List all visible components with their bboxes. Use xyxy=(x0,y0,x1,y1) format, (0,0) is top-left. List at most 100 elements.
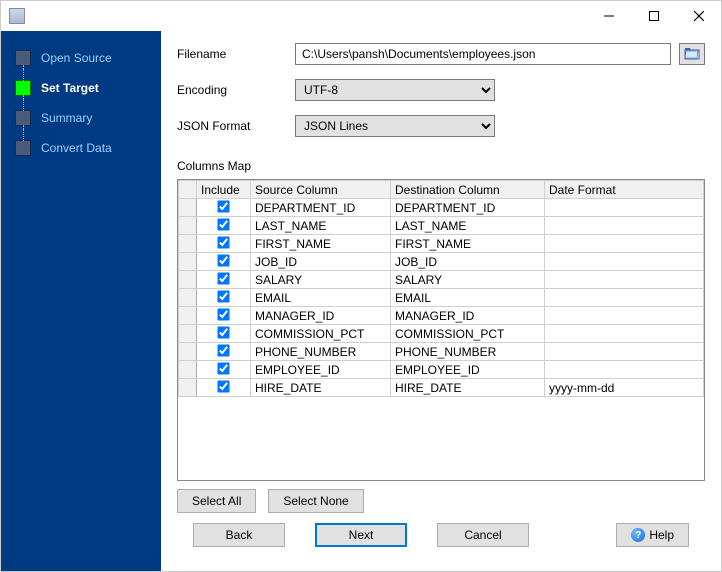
table-row[interactable]: DEPARTMENT_IDDEPARTMENT_ID xyxy=(179,199,704,217)
source-cell[interactable]: COMMISSION_PCT xyxy=(251,325,391,343)
destination-cell[interactable]: DEPARTMENT_ID xyxy=(391,199,545,217)
destination-cell[interactable]: JOB_ID xyxy=(391,253,545,271)
include-cell xyxy=(197,343,251,361)
col-header-dateformat[interactable]: Date Format xyxy=(545,181,704,199)
row-handle[interactable] xyxy=(179,199,197,217)
browse-button[interactable] xyxy=(679,43,705,65)
source-cell[interactable]: EMPLOYEE_ID xyxy=(251,361,391,379)
table-row[interactable]: PHONE_NUMBERPHONE_NUMBER xyxy=(179,343,704,361)
sidebar-item-set-target[interactable]: Set Target xyxy=(1,73,161,103)
include-cell xyxy=(197,325,251,343)
destination-cell[interactable]: PHONE_NUMBER xyxy=(391,343,545,361)
columns-map-label: Columns Map xyxy=(177,159,705,173)
source-cell[interactable]: JOB_ID xyxy=(251,253,391,271)
dateformat-cell[interactable] xyxy=(545,253,704,271)
sidebar-item-open-source[interactable]: Open Source xyxy=(1,43,161,73)
include-checkbox[interactable] xyxy=(217,272,229,284)
dateformat-cell[interactable] xyxy=(545,271,704,289)
table-row[interactable]: HIRE_DATEHIRE_DATEyyyy-mm-dd xyxy=(179,379,704,397)
col-header-source[interactable]: Source Column xyxy=(251,181,391,199)
destination-cell[interactable]: FIRST_NAME xyxy=(391,235,545,253)
row-handle[interactable] xyxy=(179,343,197,361)
include-checkbox[interactable] xyxy=(217,308,229,320)
include-checkbox[interactable] xyxy=(217,254,229,266)
dateformat-cell[interactable] xyxy=(545,235,704,253)
include-checkbox[interactable] xyxy=(217,326,229,338)
table-row[interactable]: JOB_IDJOB_ID xyxy=(179,253,704,271)
dateformat-cell[interactable] xyxy=(545,289,704,307)
dateformat-cell[interactable] xyxy=(545,343,704,361)
destination-cell[interactable]: LAST_NAME xyxy=(391,217,545,235)
include-checkbox[interactable] xyxy=(217,200,229,212)
destination-cell[interactable]: HIRE_DATE xyxy=(391,379,545,397)
row-handle[interactable] xyxy=(179,307,197,325)
sidebar-item-label: Set Target xyxy=(41,81,99,95)
row-handle[interactable] xyxy=(179,379,197,397)
dateformat-cell[interactable] xyxy=(545,325,704,343)
include-cell xyxy=(197,199,251,217)
select-none-button[interactable]: Select None xyxy=(268,489,363,513)
source-cell[interactable]: FIRST_NAME xyxy=(251,235,391,253)
source-cell[interactable]: PHONE_NUMBER xyxy=(251,343,391,361)
source-cell[interactable]: DEPARTMENT_ID xyxy=(251,199,391,217)
destination-cell[interactable]: EMPLOYEE_ID xyxy=(391,361,545,379)
include-cell xyxy=(197,271,251,289)
table-row[interactable]: SALARYSALARY xyxy=(179,271,704,289)
source-cell[interactable]: MANAGER_ID xyxy=(251,307,391,325)
help-button[interactable]: ? Help xyxy=(616,523,689,547)
row-handle[interactable] xyxy=(179,217,197,235)
row-handle[interactable] xyxy=(179,361,197,379)
row-handle[interactable] xyxy=(179,235,197,253)
include-checkbox[interactable] xyxy=(217,362,229,374)
destination-cell[interactable]: EMAIL xyxy=(391,289,545,307)
include-checkbox[interactable] xyxy=(217,344,229,356)
table-row[interactable]: EMAILEMAIL xyxy=(179,289,704,307)
dateformat-cell[interactable] xyxy=(545,361,704,379)
destination-cell[interactable]: SALARY xyxy=(391,271,545,289)
back-button[interactable]: Back xyxy=(193,523,285,547)
include-checkbox[interactable] xyxy=(217,218,229,230)
table-row[interactable]: COMMISSION_PCTCOMMISSION_PCT xyxy=(179,325,704,343)
json-format-select[interactable]: JSON Lines xyxy=(295,115,495,137)
next-button[interactable]: Next xyxy=(315,523,407,547)
wizard-sidebar: Open Source Set Target SummaryConvert Data xyxy=(1,31,161,571)
row-handle[interactable] xyxy=(179,325,197,343)
source-cell[interactable]: LAST_NAME xyxy=(251,217,391,235)
table-row[interactable]: MANAGER_IDMANAGER_ID xyxy=(179,307,704,325)
col-header-destination[interactable]: Destination Column xyxy=(391,181,545,199)
encoding-select[interactable]: UTF-8 xyxy=(295,79,495,101)
row-handle[interactable] xyxy=(179,271,197,289)
sidebar-item-summary[interactable]: Summary xyxy=(1,103,161,133)
destination-cell[interactable]: MANAGER_ID xyxy=(391,307,545,325)
destination-cell[interactable]: COMMISSION_PCT xyxy=(391,325,545,343)
source-cell[interactable]: EMAIL xyxy=(251,289,391,307)
dateformat-cell[interactable]: yyyy-mm-dd xyxy=(545,379,704,397)
include-cell xyxy=(197,253,251,271)
include-checkbox[interactable] xyxy=(217,236,229,248)
table-row[interactable]: FIRST_NAMEFIRST_NAME xyxy=(179,235,704,253)
table-row[interactable]: LAST_NAMELAST_NAME xyxy=(179,217,704,235)
col-header-include[interactable]: Include xyxy=(197,181,251,199)
sidebar-item-convert-data[interactable]: Convert Data xyxy=(1,133,161,163)
cancel-button[interactable]: Cancel xyxy=(437,523,529,547)
row-handle[interactable] xyxy=(179,289,197,307)
row-handle[interactable] xyxy=(179,253,197,271)
source-cell[interactable]: SALARY xyxy=(251,271,391,289)
filename-label: Filename xyxy=(177,47,287,61)
minimize-button[interactable] xyxy=(586,1,631,31)
close-button[interactable] xyxy=(676,1,721,31)
filename-input[interactable] xyxy=(295,43,671,65)
include-checkbox[interactable] xyxy=(217,290,229,302)
dateformat-cell[interactable] xyxy=(545,199,704,217)
source-cell[interactable]: HIRE_DATE xyxy=(251,379,391,397)
columns-table-wrap[interactable]: Include Source Column Destination Column… xyxy=(177,179,705,481)
json-format-label: JSON Format xyxy=(177,119,287,133)
dateformat-cell[interactable] xyxy=(545,307,704,325)
include-checkbox[interactable] xyxy=(217,380,229,392)
dateformat-cell[interactable] xyxy=(545,217,704,235)
maximize-button[interactable] xyxy=(631,1,676,31)
encoding-label: Encoding xyxy=(177,83,287,97)
select-all-button[interactable]: Select All xyxy=(177,489,256,513)
step-marker-icon xyxy=(15,140,31,156)
table-row[interactable]: EMPLOYEE_IDEMPLOYEE_ID xyxy=(179,361,704,379)
